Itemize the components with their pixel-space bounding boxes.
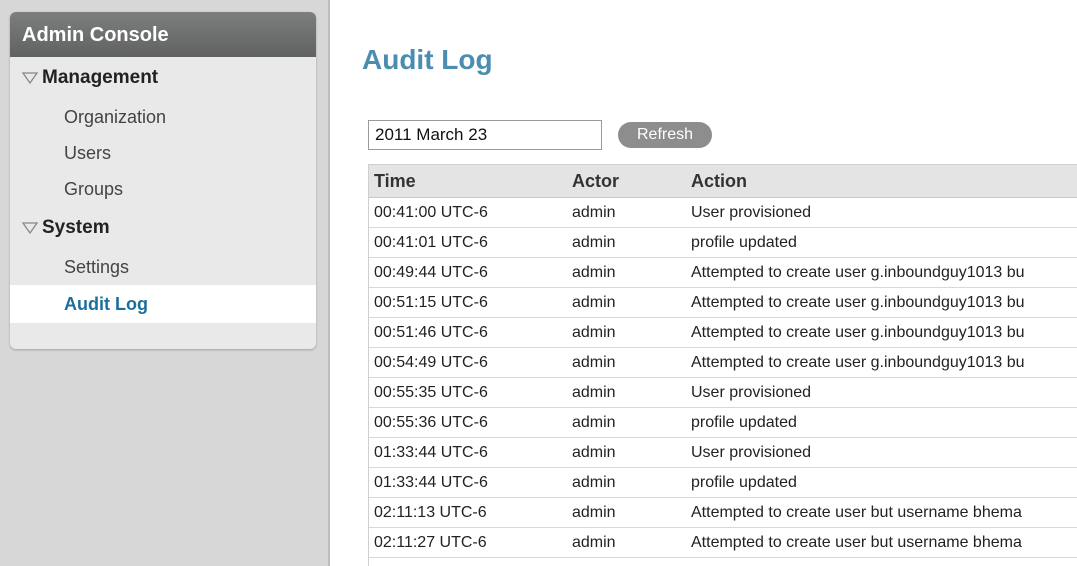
sidebar-item-settings[interactable]: Settings: [10, 249, 316, 285]
section-management-label: Management: [42, 67, 159, 88]
sidebar-item-users[interactable]: Users: [10, 135, 316, 171]
section-system[interactable]: System: [10, 207, 316, 249]
cell-actor: admin: [566, 467, 685, 498]
column-header-time[interactable]: Time: [368, 164, 566, 198]
sidebar-item-audit-log[interactable]: Audit Log: [10, 285, 316, 323]
sidebar-item-label: Users: [64, 142, 112, 163]
cell-action: profile updated: [685, 467, 1077, 498]
table-row: 00:54:49 UTC-6 admin Attempted to create…: [368, 347, 1077, 378]
cell-actor: admin: [566, 227, 685, 258]
sidebar-title: Admin Console: [10, 12, 316, 57]
cell-time: 02:11:13 UTC-6: [368, 497, 566, 528]
sidebar-item-label: Organization: [64, 106, 167, 127]
cell-actor: admin: [566, 197, 685, 228]
cell-action: User provisioned: [685, 197, 1077, 228]
cell-actor: admin: [566, 497, 685, 528]
cell-time: 00:51:46 UTC-6: [368, 317, 566, 348]
table-row: 02:11:27 UTC-6 admin Attempted to create…: [368, 527, 1077, 558]
cell-action: User provisioned: [685, 377, 1077, 408]
main-content: Audit Log Refresh Time Actor Action 00:4…: [362, 0, 1077, 566]
cell-action: Attempted to create user g.inboundguy101…: [685, 287, 1077, 318]
table-row: 02:11:13 UTC-6 admin Attempted to create…: [368, 497, 1077, 528]
cell-actor: admin: [566, 437, 685, 468]
audit-log-table: Time Actor Action 00:41:00 UTC-6 admin U…: [368, 164, 1077, 558]
table-row: 01:33:44 UTC-6 admin profile updated: [368, 467, 1077, 498]
table-row: 00:49:44 UTC-6 admin Attempted to create…: [368, 257, 1077, 288]
cell-action: profile updated: [685, 407, 1077, 438]
table-row: 00:41:00 UTC-6 admin User provisioned: [368, 197, 1077, 228]
cell-actor: admin: [566, 377, 685, 408]
cell-action: Attempted to create user g.inboundguy101…: [685, 317, 1077, 348]
section-system-label: System: [42, 217, 110, 238]
cell-time: 00:51:15 UTC-6: [368, 287, 566, 318]
cell-action: User provisioned: [685, 437, 1077, 468]
table-row: 00:51:46 UTC-6 admin Attempted to create…: [368, 317, 1077, 348]
table-border: [368, 164, 369, 566]
refresh-button[interactable]: Refresh: [618, 122, 712, 148]
cell-time: 00:54:49 UTC-6: [368, 347, 566, 378]
cell-time: 00:55:36 UTC-6: [368, 407, 566, 438]
sidebar-item-groups[interactable]: Groups: [10, 171, 316, 207]
cell-time: 01:33:44 UTC-6: [368, 467, 566, 498]
cell-action: Attempted to create user g.inboundguy101…: [685, 257, 1077, 288]
cell-actor: admin: [566, 407, 685, 438]
sidebar-item-label: Groups: [64, 178, 124, 199]
table-row: 00:55:36 UTC-6 admin profile updated: [368, 407, 1077, 438]
sidebar-edge: [328, 0, 330, 566]
sidebar: Admin Console Management Organization Us…: [10, 12, 316, 349]
cell-actor: admin: [566, 257, 685, 288]
cell-action: Attempted to create user but username bh…: [685, 527, 1077, 558]
cell-time: 02:11:27 UTC-6: [368, 527, 566, 558]
cell-actor: admin: [566, 287, 685, 318]
table-row: 00:41:01 UTC-6 admin profile updated: [368, 227, 1077, 258]
cell-time: 00:55:35 UTC-6: [368, 377, 566, 408]
section-management[interactable]: Management: [10, 57, 316, 99]
cell-actor: admin: [566, 317, 685, 348]
table-row: 00:55:35 UTC-6 admin User provisioned: [368, 377, 1077, 408]
cell-action: Attempted to create user g.inboundguy101…: [685, 347, 1077, 378]
page-title: Audit Log: [362, 44, 493, 75]
cell-action: profile updated: [685, 227, 1077, 258]
column-header-actor[interactable]: Actor: [566, 164, 685, 198]
cell-time: 00:41:01 UTC-6: [368, 227, 566, 258]
triangle-down-outline-icon: [22, 222, 38, 235]
cell-action: Attempted to create user but username bh…: [685, 497, 1077, 528]
sidebar-item-label: Audit Log: [64, 293, 148, 314]
cell-time: 00:41:00 UTC-6: [368, 197, 566, 228]
cell-time: 00:49:44 UTC-6: [368, 257, 566, 288]
table-row: 00:51:15 UTC-6 admin Attempted to create…: [368, 287, 1077, 318]
table-row: 01:33:44 UTC-6 admin User provisioned: [368, 437, 1077, 468]
date-input[interactable]: [368, 120, 602, 150]
cell-actor: admin: [566, 527, 685, 558]
sidebar-item-label: Settings: [64, 256, 130, 277]
table-header-row: Time Actor Action: [368, 164, 1077, 198]
column-header-action[interactable]: Action: [685, 164, 1077, 198]
cell-actor: admin: [566, 347, 685, 378]
cell-time: 01:33:44 UTC-6: [368, 437, 566, 468]
triangle-down-outline-icon: [22, 72, 38, 85]
sidebar-item-organization[interactable]: Organization: [10, 99, 316, 135]
